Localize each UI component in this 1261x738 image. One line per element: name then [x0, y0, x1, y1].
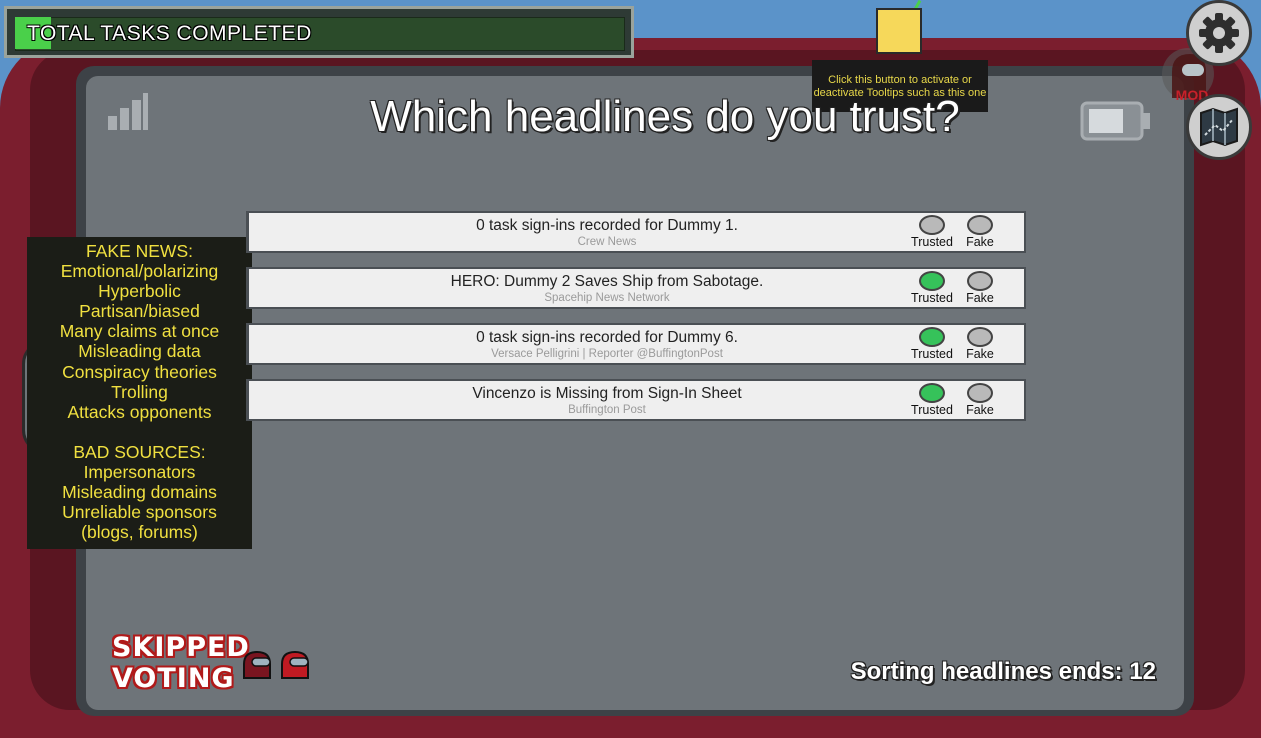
- skipped-line-2: VOTING: [112, 663, 235, 694]
- fake-label: Fake: [966, 347, 994, 361]
- settings-button[interactable]: [1186, 0, 1252, 66]
- headline-source: Buffington Post: [568, 404, 646, 416]
- fake-news-item: Emotional/polarizing: [60, 261, 219, 282]
- task-bar-label: TOTAL TASKS COMPLETED: [27, 22, 312, 45]
- fake-news-item: Conspiracy theories: [62, 361, 217, 382]
- headline-text: Vincenzo is Missing from Sign-In Sheet: [472, 385, 742, 402]
- fake-option[interactable]: Fake: [955, 271, 1005, 305]
- total-tasks-bar: TOTAL TASKS COMPLETED: [4, 6, 634, 58]
- bad-sources-item: Unreliable sponsors: [62, 502, 217, 523]
- timer-seconds: 12: [1129, 658, 1156, 685]
- trusted-radio[interactable]: [919, 271, 945, 291]
- trusted-radio[interactable]: [919, 215, 945, 235]
- bad-sources-heading: BAD SOURCES:: [73, 441, 206, 462]
- fake-label: Fake: [966, 403, 994, 417]
- fake-news-heading: FAKE NEWS:: [86, 241, 193, 261]
- signal-strength-icon: [108, 93, 148, 130]
- fake-option[interactable]: Fake: [955, 215, 1005, 249]
- headline-row: HERO: Dummy 2 Saves Ship from Sabotage. …: [246, 267, 1026, 309]
- fake-radio[interactable]: [967, 383, 993, 403]
- fake-news-item: Trolling: [111, 381, 168, 402]
- headline-text: 0 task sign-ins recorded for Dummy 6.: [476, 329, 738, 346]
- fake-radio[interactable]: [967, 215, 993, 235]
- bad-sources-item: (blogs, forums): [81, 522, 198, 543]
- trusted-option[interactable]: Trusted: [907, 215, 957, 249]
- fake-option[interactable]: Fake: [955, 327, 1005, 361]
- trusted-option[interactable]: Trusted: [907, 327, 957, 361]
- trusted-radio[interactable]: [919, 383, 945, 403]
- cheat-sheet-spacer: [27, 422, 252, 442]
- crewmate-icon: [281, 650, 309, 679]
- page-title: Which headlines do you trust?: [370, 92, 960, 141]
- headline-source: Versace Pelligrini | Reporter @Buffingto…: [491, 348, 723, 360]
- map-icon: [1200, 107, 1238, 147]
- headline-text: HERO: Dummy 2 Saves Ship from Sabotage.: [450, 273, 764, 290]
- trusted-radio[interactable]: [919, 327, 945, 347]
- fake-news-item: Partisan/biased: [79, 301, 200, 322]
- gear-icon: [1199, 13, 1239, 53]
- trusted-label: Trusted: [911, 347, 953, 361]
- fake-label: Fake: [966, 291, 994, 305]
- fake-radio[interactable]: [967, 327, 993, 347]
- battery-icon: [1080, 101, 1150, 141]
- trusted-option[interactable]: Trusted: [907, 383, 957, 417]
- fake-option[interactable]: Fake: [955, 383, 1005, 417]
- headline-source: Crew News: [577, 236, 637, 248]
- headline-text: 0 task sign-ins recorded for Dummy 1.: [476, 217, 738, 234]
- timer-label: Sorting headlines ends:: [850, 658, 1130, 685]
- trusted-label: Trusted: [911, 403, 953, 417]
- fake-radio[interactable]: [967, 271, 993, 291]
- trusted-label: Trusted: [911, 235, 953, 249]
- bad-sources-item: Misleading domains: [62, 482, 217, 503]
- fake-news-item: Many claims at once: [59, 321, 220, 342]
- map-button[interactable]: [1186, 94, 1252, 160]
- cheat-sheet: FAKE NEWS: Emotional/polarizing Hyperbol…: [27, 237, 252, 549]
- skipped-line-1: SKIPPED: [112, 632, 250, 663]
- fake-label: Fake: [966, 235, 994, 249]
- tooltip-line-1: Click this button to activate or: [828, 74, 972, 86]
- headline-row: Vincenzo is Missing from Sign-In Sheet B…: [246, 379, 1026, 421]
- headline-source: Spacehip News Network: [544, 292, 670, 304]
- trusted-label: Trusted: [911, 291, 953, 305]
- headline-row: 0 task sign-ins recorded for Dummy 1. Cr…: [246, 211, 1026, 253]
- fake-news-item: Attacks opponents: [67, 401, 212, 422]
- sorting-timer: Sorting headlines ends: 12: [790, 658, 1156, 686]
- headline-row: 0 task sign-ins recorded for Dummy 6. Ve…: [246, 323, 1026, 365]
- tooltip-toggle-button[interactable]: [876, 8, 922, 54]
- headline-list: 0 task sign-ins recorded for Dummy 1. Cr…: [246, 211, 1026, 435]
- crewmate-icon: [243, 650, 271, 679]
- fake-news-item: Misleading data: [78, 341, 201, 362]
- skipped-voting-label: SKIPPED VOTING: [112, 632, 250, 696]
- trusted-option[interactable]: Trusted: [907, 271, 957, 305]
- fake-news-item: Hyperbolic: [98, 281, 181, 302]
- bad-sources-item: Impersonators: [83, 461, 196, 482]
